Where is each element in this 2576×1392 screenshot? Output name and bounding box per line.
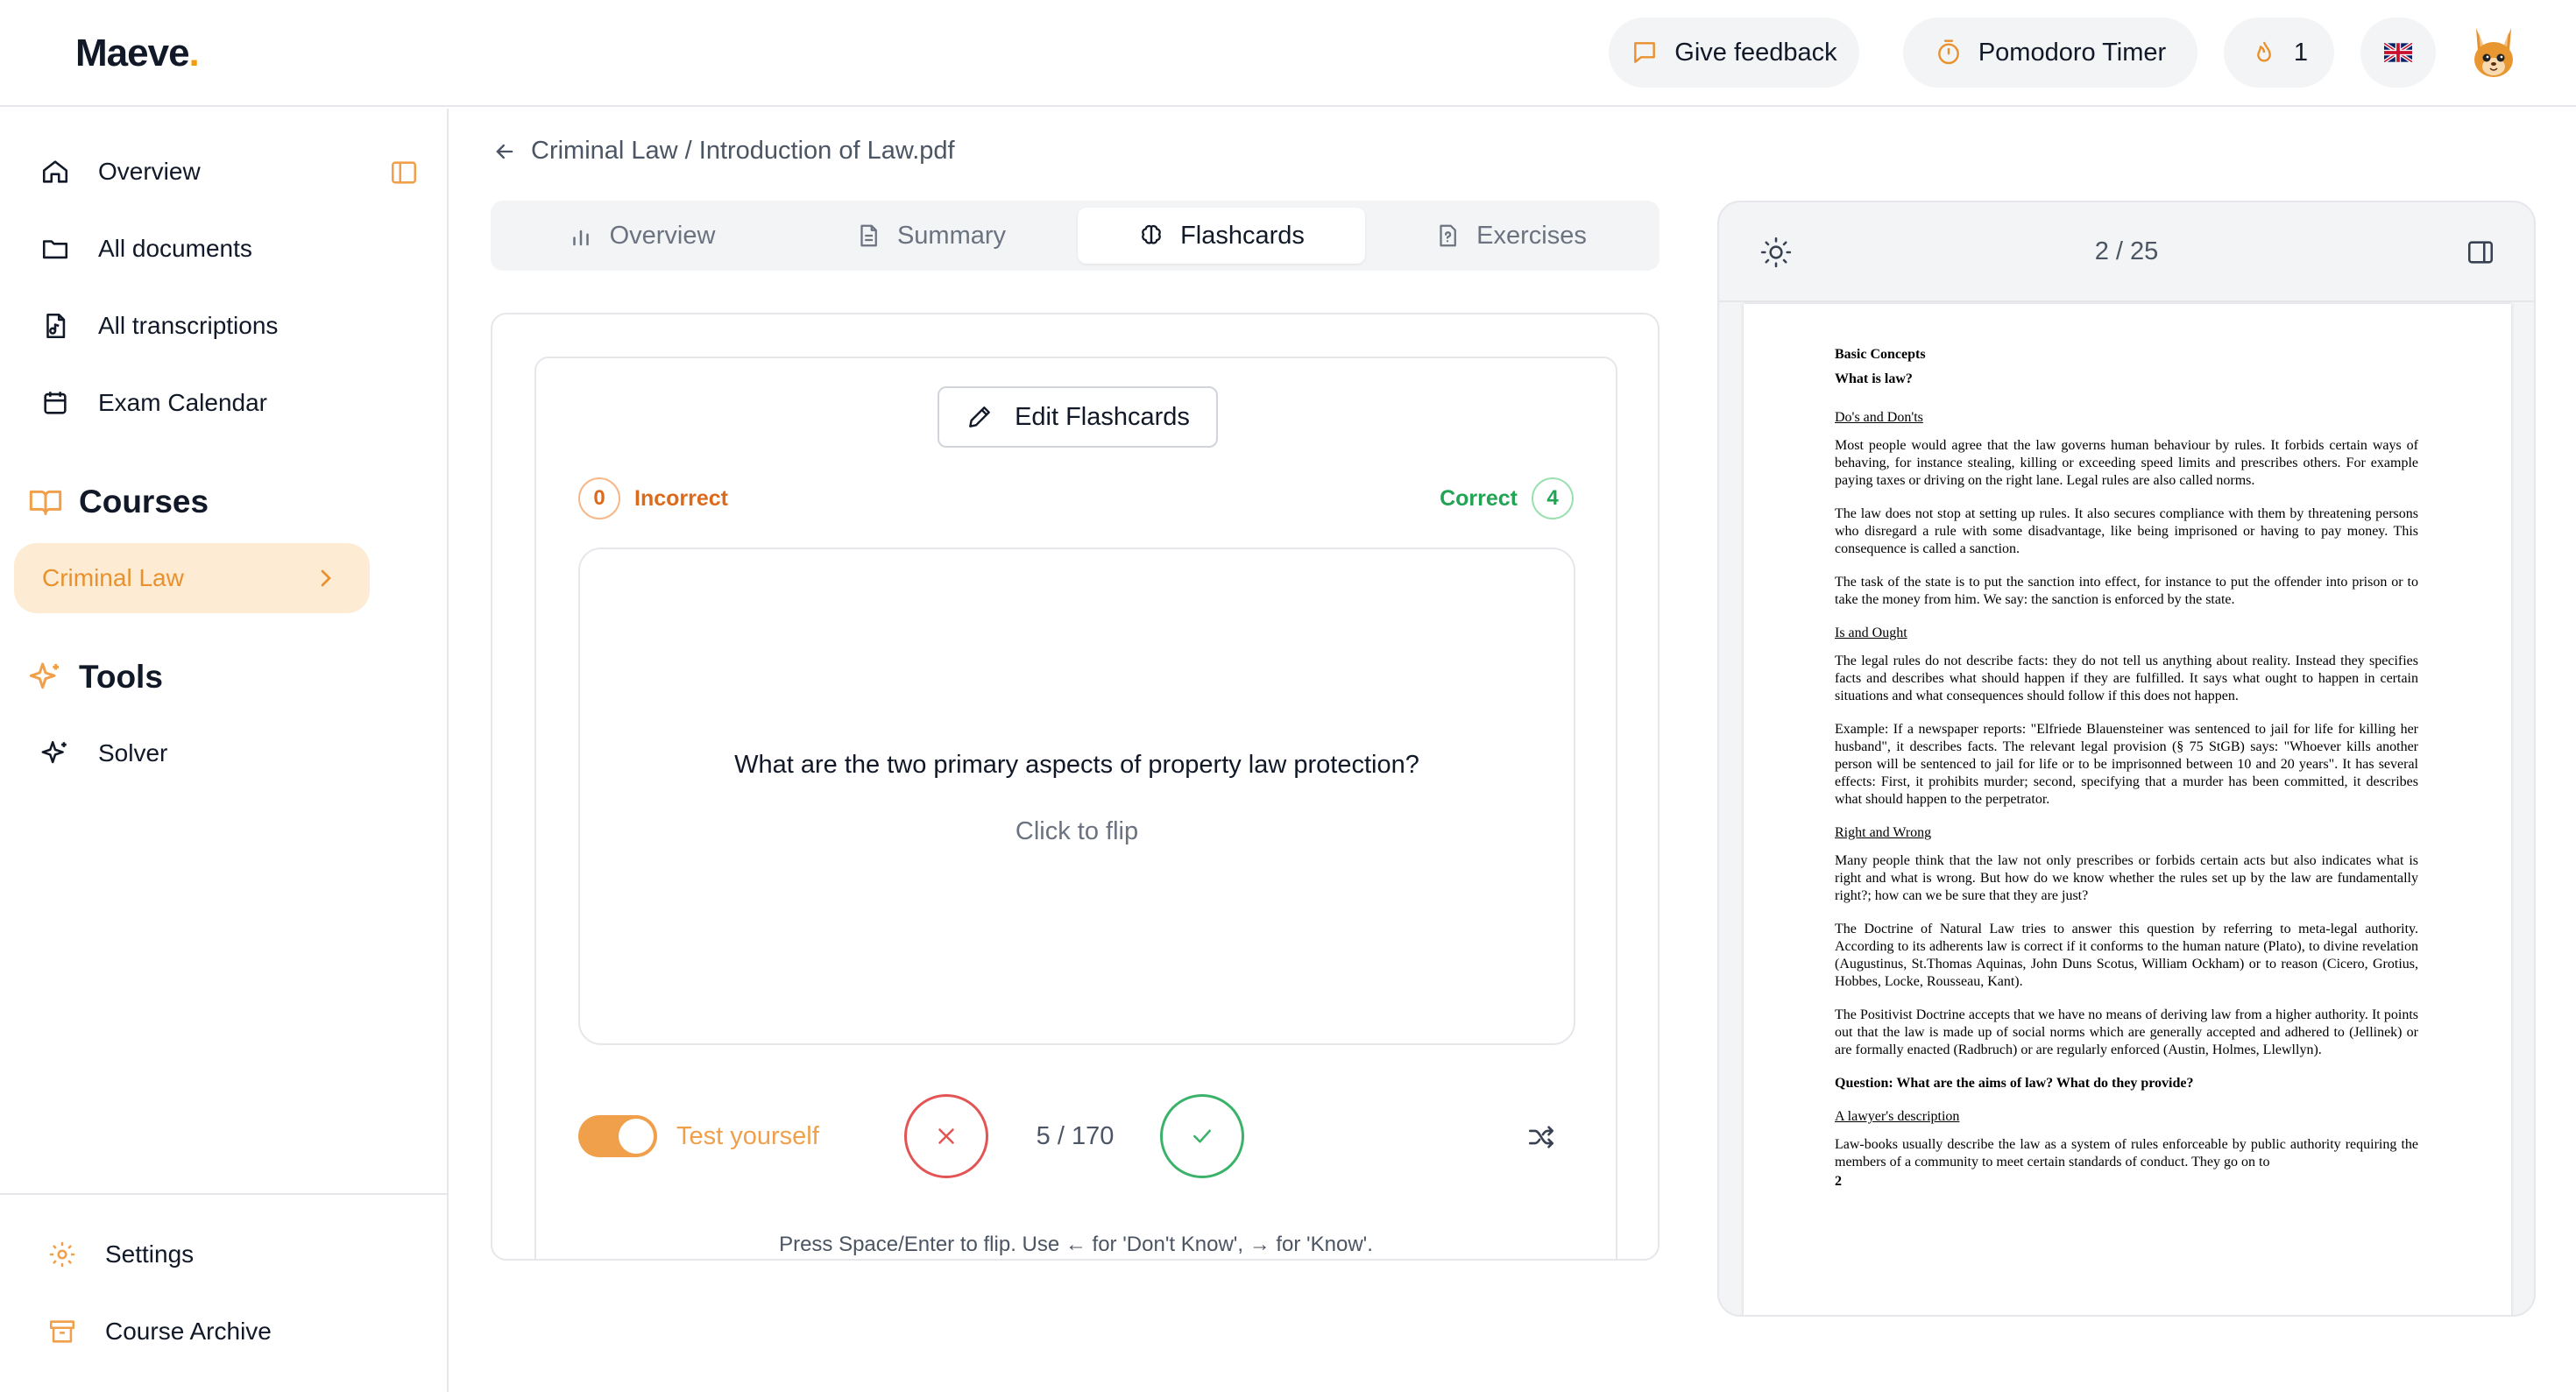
shuffle-icon[interactable]: [1526, 1122, 1556, 1152]
toggle-knob: [619, 1119, 654, 1154]
close-icon: [933, 1123, 959, 1149]
pdf-section-title: Right and Wrong: [1835, 825, 1932, 840]
sidebar-course-criminal-law[interactable]: Criminal Law: [14, 543, 370, 613]
bar-chart-icon: [568, 223, 594, 249]
document-tabs: Overview Summary Flashcards Exercises: [491, 201, 1660, 271]
flip-hint: Click to flip: [1015, 817, 1139, 845]
pdf-section-title: Do's and Don'ts: [1835, 410, 1923, 425]
flashcard[interactable]: What are the two primary aspects of prop…: [578, 548, 1575, 1045]
question-file-icon: [1434, 223, 1461, 249]
pdf-paragraph: Many people think that the law not only …: [1835, 853, 2418, 903]
page-indicator: 2 / 25: [2094, 237, 2159, 265]
pdf-paragraph: The task of the state is to put the sanc…: [1835, 575, 2418, 607]
sidebar-item-exam-calendar[interactable]: Exam Calendar: [40, 377, 267, 429]
sparkles-icon: [28, 660, 63, 695]
uk-flag-icon: [2384, 43, 2412, 62]
pdf-paragraph: The Positivist Doctrine accepts that we …: [1835, 1007, 2418, 1057]
tab-overview[interactable]: Overview: [498, 208, 785, 264]
flashcard-study-card: Edit Flashcards 0 Incorrect Correct 4 Wh…: [534, 357, 1617, 1259]
chat-bubble-icon: [1631, 39, 1659, 67]
courses-section-title: Courses: [28, 484, 209, 520]
flashcard-controls: Test yourself 5 / 170: [536, 1092, 1616, 1180]
incorrect-count: 0: [578, 477, 620, 519]
sidebar-item-all-transcriptions[interactable]: All transcriptions: [40, 300, 278, 352]
pdf-viewer-toolbar: 2 / 25: [1719, 202, 2534, 302]
sidebar: Overview All documents All transcription…: [0, 109, 449, 1392]
user-avatar[interactable]: [2464, 23, 2523, 82]
tab-exercises[interactable]: Exercises: [1367, 208, 1654, 264]
pdf-page: Basic Concepts What is law? Do's and Don…: [1744, 304, 2511, 1315]
pdf-paragraph: Law-books usually describe the law as a …: [1835, 1137, 2418, 1169]
pdf-subheading: What is law?: [1835, 371, 1913, 386]
gear-icon: [47, 1240, 77, 1269]
open-book-icon: [28, 484, 63, 519]
folder-icon: [40, 234, 70, 264]
pdf-viewer: 2 / 25 Basic Concepts What is law? Do's …: [1717, 201, 2536, 1317]
flashcards-panel: Edit Flashcards 0 Incorrect Correct 4 Wh…: [491, 313, 1660, 1261]
keyboard-hint: Press Space/Enter to flip. Use ← for 'Do…: [779, 1233, 1373, 1256]
sidebar-item-all-documents[interactable]: All documents: [40, 223, 252, 275]
card-counter: 5 / 170: [1036, 1122, 1115, 1150]
brain-icon: [1138, 223, 1164, 249]
pdf-paragraph: The law does not stop at setting up rule…: [1835, 506, 2418, 556]
sidebar-item-settings[interactable]: Settings: [47, 1228, 194, 1281]
correct-label: Correct: [1440, 485, 1518, 511]
app-header: Maeve. Give feedback Pomodoro Timer 1: [0, 0, 2576, 107]
dont-know-button[interactable]: [904, 1094, 988, 1178]
archive-icon: [47, 1317, 77, 1346]
pdf-page-content: Basic Concepts What is law? Do's and Don…: [1835, 346, 2418, 1191]
streak-count: 1: [2293, 38, 2309, 67]
tools-section-title: Tools: [28, 659, 163, 696]
tab-summary[interactable]: Summary: [787, 208, 1074, 264]
side-panel-icon[interactable]: [2466, 237, 2495, 267]
test-yourself-toggle[interactable]: [578, 1115, 657, 1157]
breadcrumb-text[interactable]: Criminal Law / Introduction of Law.pdf: [531, 137, 955, 166]
calendar-icon: [40, 388, 70, 418]
tab-flashcards[interactable]: Flashcards: [1078, 208, 1365, 264]
sidebar-item-solver[interactable]: Solver: [40, 727, 167, 780]
correct-score: Correct 4: [1440, 477, 1574, 519]
know-button[interactable]: [1160, 1094, 1244, 1178]
stopwatch-icon: [1935, 39, 1963, 67]
pencil-icon: [966, 403, 994, 431]
give-feedback-button[interactable]: Give feedback: [1609, 18, 1859, 88]
pdf-heading: Basic Concepts: [1835, 347, 1926, 362]
pdf-section-title: Is and Ought: [1835, 625, 1907, 640]
document-icon: [855, 223, 881, 249]
pdf-paragraph: Example: If a newspaper reports: "Elfrie…: [1835, 722, 2418, 807]
check-icon: [1189, 1123, 1215, 1149]
pdf-page-number: 2: [1835, 1174, 1842, 1189]
pdf-section-title: A lawyer's description: [1835, 1109, 1960, 1124]
incorrect-score: 0 Incorrect: [578, 477, 728, 519]
pomodoro-timer-button[interactable]: Pomodoro Timer: [1903, 18, 2197, 88]
app-logo[interactable]: Maeve.: [75, 32, 200, 75]
pdf-paragraph: The legal rules do not describe facts: t…: [1835, 654, 2418, 703]
flashcard-question: What are the two primary aspects of prop…: [734, 751, 1419, 779]
pdf-question: Question: What are the aims of law? What…: [1835, 1076, 2194, 1091]
arrow-left-icon[interactable]: [492, 139, 517, 164]
sidebar-item-overview[interactable]: Overview: [40, 145, 201, 198]
incorrect-label: Incorrect: [634, 485, 728, 511]
pdf-paragraph: Most people would agree that the law gov…: [1835, 438, 2418, 488]
correct-count: 4: [1532, 477, 1574, 519]
sparkles-icon: [40, 738, 70, 768]
sidebar-divider: [0, 1193, 449, 1195]
flame-icon: [2250, 39, 2278, 67]
test-yourself-label: Test yourself: [676, 1122, 819, 1150]
sidebar-item-course-archive[interactable]: Course Archive: [47, 1305, 272, 1358]
pdf-paragraph: The Doctrine of Natural Law tries to ans…: [1835, 922, 2418, 989]
streak-button[interactable]: 1: [2224, 18, 2334, 88]
language-button[interactable]: [2360, 18, 2436, 88]
audio-file-icon: [40, 311, 70, 341]
breadcrumb[interactable]: Criminal Law / Introduction of Law.pdf: [492, 137, 955, 166]
home-icon: [40, 157, 70, 187]
sidebar-collapse-icon[interactable]: [389, 158, 419, 187]
edit-flashcards-button[interactable]: Edit Flashcards: [938, 386, 1218, 448]
